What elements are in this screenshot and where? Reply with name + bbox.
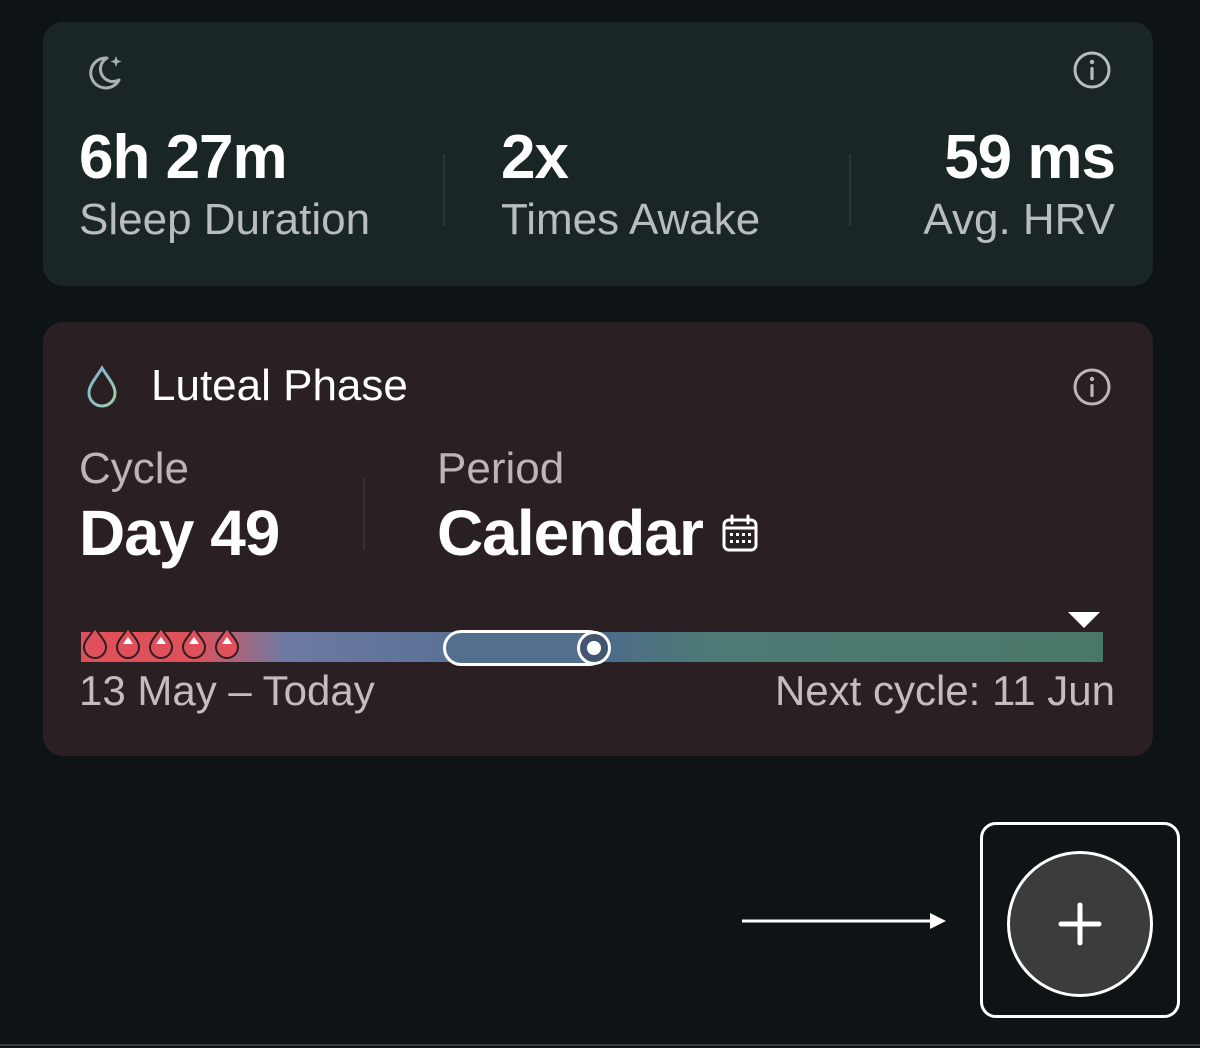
period-block[interactable]: Period Calendar — [437, 442, 759, 570]
cycle-progress-bar[interactable] — [81, 612, 1103, 666]
times-awake-label: Times Awake — [501, 195, 761, 244]
avg-hrv-value: 59 ms — [944, 123, 1116, 192]
sleep-duration-label: Sleep Duration — [79, 195, 371, 244]
bottom-divider — [0, 1044, 1200, 1046]
period-drops — [82, 626, 240, 659]
info-icon[interactable] — [1071, 366, 1113, 408]
next-cycle-date: Next cycle: 11 Jun — [774, 667, 1115, 714]
cycle-caption: Cycle — [79, 444, 190, 493]
divider — [363, 478, 365, 550]
date-range: 13 May – Today — [79, 667, 375, 714]
moon-sparkle-icon — [89, 56, 122, 90]
sleep-duration-stat: 6h 27m Sleep Duration — [79, 122, 370, 246]
drop-icon — [87, 365, 117, 408]
divider — [849, 154, 851, 226]
divider — [443, 154, 445, 226]
period-value: Calendar — [437, 497, 704, 569]
sleep-duration-value: 6h 27m — [79, 123, 288, 192]
edge — [1200, 0, 1208, 1048]
add-button[interactable] — [1007, 851, 1153, 997]
calendar-icon[interactable] — [721, 513, 759, 553]
arrow-right-icon — [742, 913, 946, 929]
cycle-day-value: Day 49 — [79, 497, 280, 569]
screen: 6h 27m Sleep Duration 2x Times Awake 59 … — [0, 0, 1208, 1048]
times-awake-stat: 2x Times Awake — [501, 122, 760, 246]
period-calendar-link[interactable]: Calendar — [437, 496, 759, 570]
plus-icon — [1058, 902, 1102, 946]
cycle-card[interactable]: Luteal Phase Cycle Day 49 Period Calenda… — [43, 322, 1153, 756]
info-icon[interactable] — [1071, 49, 1113, 91]
next-cycle-marker-icon — [1068, 612, 1100, 628]
today-indicator[interactable] — [577, 631, 611, 665]
avg-hrv-label: Avg. HRV — [923, 195, 1115, 244]
phase-title: Luteal Phase — [151, 361, 408, 410]
avg-hrv-stat: 59 ms Avg. HRV — [923, 122, 1116, 246]
period-caption: Period — [437, 444, 565, 493]
times-awake-value: 2x — [501, 123, 569, 192]
cycle-day-block: Cycle Day 49 — [79, 442, 280, 570]
sleep-summary-card[interactable]: 6h 27m Sleep Duration 2x Times Awake 59 … — [43, 22, 1153, 286]
